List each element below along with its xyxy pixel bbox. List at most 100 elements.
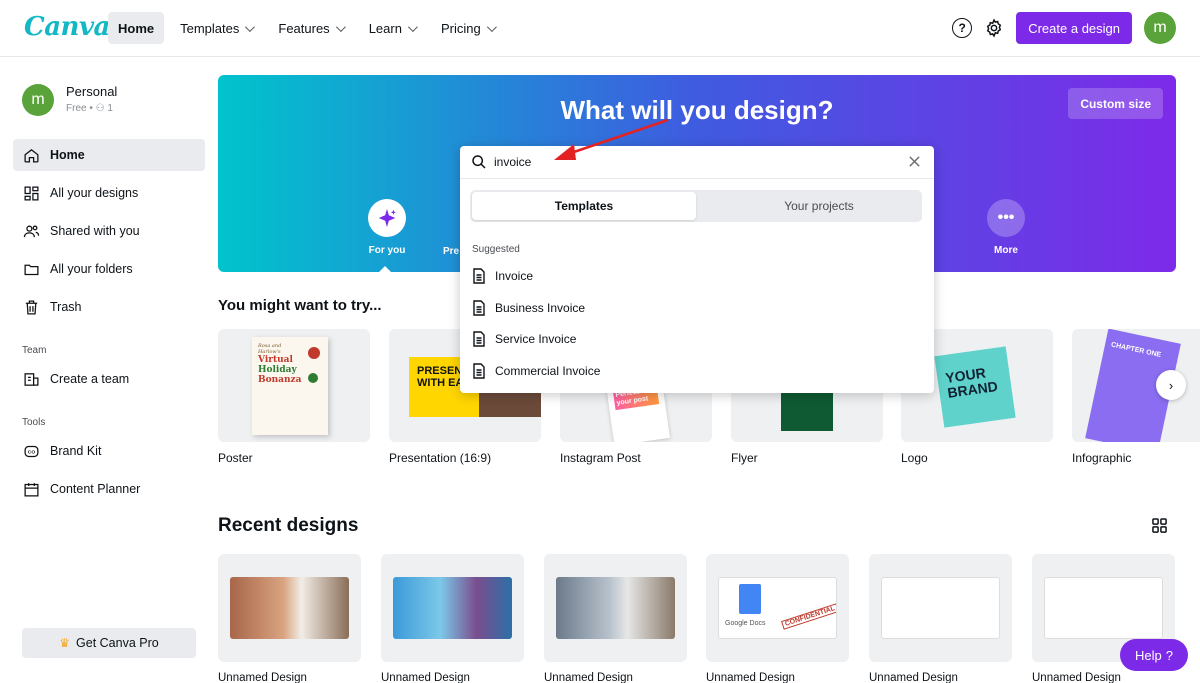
category-label: For you <box>368 245 406 256</box>
design-thumbnail <box>218 554 361 662</box>
poster-preview: Rosa and Harlow's Virtual Holiday Bonanz… <box>252 337 328 435</box>
sidebar-item-label: Create a team <box>50 372 130 386</box>
category-for-you[interactable]: For you <box>357 199 417 256</box>
chevron-down-icon <box>486 21 497 32</box>
account-plan: Free • ⚇ 1 <box>66 103 113 114</box>
nav-home-label: Home <box>118 20 155 36</box>
recent-design-card[interactable]: Unnamed Design <box>544 554 687 683</box>
sidebar-item-label: Brand Kit <box>50 444 102 458</box>
tab-your-projects[interactable]: Your projects <box>707 192 931 220</box>
sidebar-item-designs[interactable]: All your designs <box>13 177 205 209</box>
design-blank-preview <box>881 577 1000 639</box>
canva-logo[interactable]: Canva <box>24 12 110 42</box>
user-avatar[interactable]: m <box>1144 12 1176 44</box>
search-dropdown: Templates Your projects Suggested Invoic… <box>460 146 934 393</box>
design-photo <box>393 577 512 639</box>
design-thumbnail: Google Docs CONFIDENTIAL <box>706 554 849 662</box>
try-section-title: You might want to try... <box>218 297 382 314</box>
suggestion-item[interactable]: Service Invoice <box>460 324 934 354</box>
crown-icon: ♛ <box>59 636 71 650</box>
design-type-card[interactable]: CHAPTER ONE Infographic <box>1072 329 1200 465</box>
settings-gear-icon[interactable] <box>984 18 1004 38</box>
nav-pricing[interactable]: Pricing <box>431 12 504 44</box>
card-label: Poster <box>218 451 253 465</box>
close-icon[interactable] <box>908 155 921 168</box>
chevron-down-icon <box>407 21 418 32</box>
main-nav: Home Templates Features Learn Pricing <box>108 12 504 44</box>
sidebar-item-create-team[interactable]: Create a team <box>13 363 205 395</box>
sidebar-item-content-planner[interactable]: Content Planner <box>13 473 205 505</box>
suggestion-item[interactable]: Invoice <box>460 261 934 291</box>
get-canva-pro-button[interactable]: ♛ Get Canva Pro <box>22 628 196 658</box>
recent-design-card[interactable]: Unnamed Design <box>218 554 361 683</box>
team-heading: Team <box>22 345 47 356</box>
design-docs-preview: Google Docs CONFIDENTIAL <box>718 577 837 639</box>
suggestion-label: Service Invoice <box>495 332 577 346</box>
nav-features-label: Features <box>278 20 330 36</box>
search-scope-tabs: Templates Your projects <box>470 190 922 222</box>
sidebar-item-brand-kit[interactable]: CO Brand Kit <box>13 435 205 467</box>
people-icon <box>23 225 40 237</box>
nav-learn[interactable]: Learn <box>359 12 425 44</box>
custom-size-button[interactable]: Custom size <box>1068 88 1163 119</box>
create-design-button[interactable]: Create a design <box>1016 12 1132 44</box>
chevron-down-icon <box>245 21 256 32</box>
document-icon <box>473 331 485 347</box>
ornament-icon <box>308 347 320 359</box>
suggestion-item[interactable]: Commercial Invoice <box>460 356 934 386</box>
recent-design-card[interactable]: Unnamed Design <box>381 554 524 683</box>
search-icon <box>472 155 486 169</box>
category-label: More <box>994 245 1018 256</box>
active-category-notch <box>378 266 392 273</box>
sidebar-item-home[interactable]: Home <box>13 139 205 171</box>
suggestion-label: Invoice <box>495 269 534 283</box>
infographic-text: CHAPTER ONE <box>1110 341 1162 359</box>
document-icon <box>473 268 485 284</box>
suggestion-item[interactable]: Business Invoice <box>460 293 934 323</box>
suggestion-label: Business Invoice <box>495 301 586 315</box>
grid-view-icon[interactable] <box>1152 518 1167 533</box>
poster-thumbnail: Rosa and Harlow's Virtual Holiday Bonanz… <box>218 329 370 442</box>
tools-heading: Tools <box>22 417 46 428</box>
category-more[interactable]: ••• More <box>976 199 1036 256</box>
design-title: Unnamed Design <box>706 672 795 683</box>
card-label: Infographic <box>1072 451 1132 465</box>
sidebar-item-folders[interactable]: All your folders <box>13 253 205 285</box>
recent-design-card[interactable]: Google Docs CONFIDENTIAL Unnamed Design <box>706 554 849 683</box>
annotation-arrow <box>554 118 669 160</box>
nav-features[interactable]: Features <box>268 12 352 44</box>
sidebar-item-shared[interactable]: Shared with you <box>13 215 205 247</box>
card-label: Instagram Post <box>560 451 641 465</box>
sidebar-item-label: All your folders <box>50 262 133 276</box>
hero-title: What will you design? <box>560 95 834 125</box>
carousel-next-button[interactable]: › <box>1156 370 1186 400</box>
design-title: Unnamed Design <box>381 672 470 683</box>
design-title: Unnamed Design <box>218 672 307 683</box>
recent-design-card[interactable]: Unnamed Design <box>869 554 1012 683</box>
document-icon <box>473 300 485 316</box>
card-label: Logo <box>901 451 928 465</box>
design-thumbnail <box>869 554 1012 662</box>
grid-icon <box>24 185 39 201</box>
search-bar <box>460 146 934 179</box>
account-switcher[interactable]: m Personal Free • ⚇ 1 <box>22 84 117 116</box>
logo-preview: YOUR BRAND <box>934 346 1016 428</box>
nav-pricing-label: Pricing <box>440 20 481 36</box>
confidential-stamp: CONFIDENTIAL <box>781 603 836 630</box>
recent-designs-grid: Unnamed Design Unnamed Design Unnamed De… <box>218 554 1200 683</box>
help-button[interactable]: Help ? <box>1120 639 1188 671</box>
nav-templates[interactable]: Templates <box>170 12 262 44</box>
google-docs-icon <box>739 584 761 614</box>
help-icon[interactable]: ? <box>952 18 973 38</box>
sidebar-item-label: Home <box>50 148 85 162</box>
nav-home[interactable]: Home <box>108 12 165 44</box>
sidebar-item-label: Content Planner <box>50 482 141 496</box>
design-title: Unnamed Design <box>544 672 633 683</box>
design-photo <box>556 577 675 639</box>
design-thumbnail <box>381 554 524 662</box>
sidebar-item-trash[interactable]: Trash <box>13 291 205 323</box>
document-icon <box>473 363 485 379</box>
design-type-card[interactable]: Rosa and Harlow's Virtual Holiday Bonanz… <box>218 329 370 465</box>
category-partial-label[interactable]: Pre <box>443 246 459 257</box>
tab-templates[interactable]: Templates <box>472 192 696 220</box>
